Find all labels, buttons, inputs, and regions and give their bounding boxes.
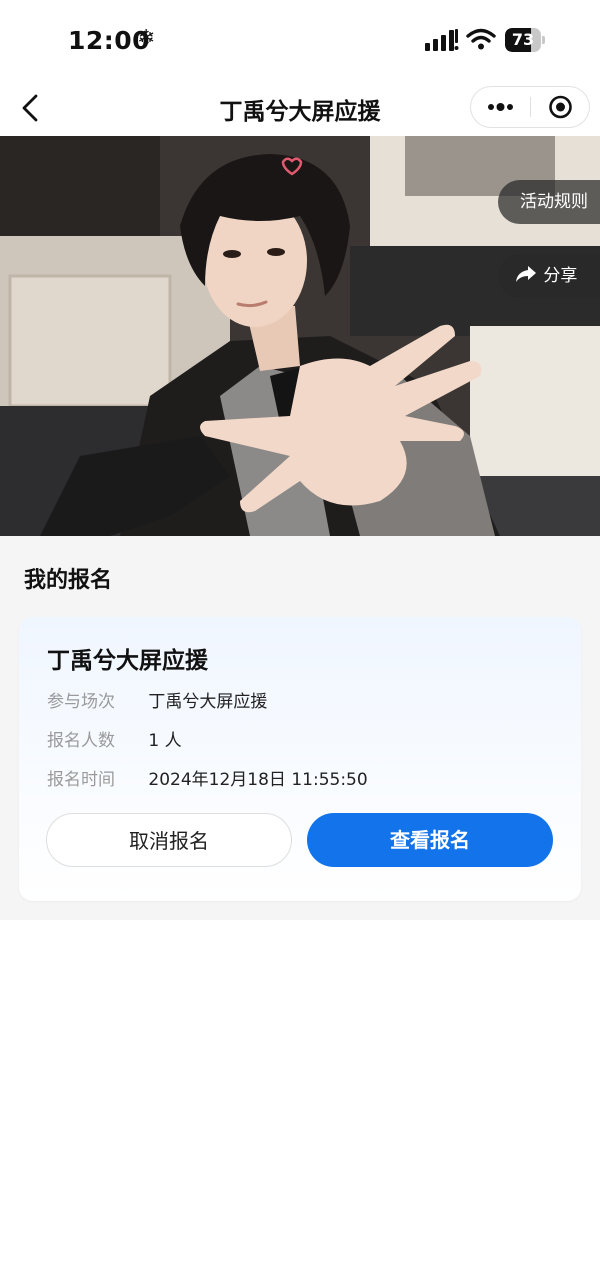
info-label: 参与场次 <box>47 692 115 712</box>
target-circle-icon <box>549 95 572 119</box>
mini-program-capsule <box>470 86 590 128</box>
info-row-count: 报名人数 1 人 <box>47 728 182 754</box>
chevron-left-icon <box>22 94 38 122</box>
page-title: 丁禹兮大屏应援 <box>219 99 381 125</box>
card-title: 丁禹兮大屏应援 <box>47 648 208 674</box>
info-value: 1 人 <box>148 731 182 751</box>
registration-card: 丁禹兮大屏应援 参与场次 丁禹兮大屏应援 报名人数 1 人 报名时间 2024年… <box>19 617 581 901</box>
nav-bar: 丁禹兮大屏应援 <box>0 80 600 136</box>
info-label: 报名人数 <box>47 731 115 751</box>
info-row-session: 参与场次 丁禹兮大屏应援 <box>47 689 267 715</box>
info-label: 报名时间 <box>47 770 115 790</box>
battery-indicator: 73 <box>505 28 545 52</box>
view-registration-button[interactable]: 查看报名 <box>307 813 553 867</box>
info-value: 2024年12月18日 11:55:50 <box>148 770 368 790</box>
battery-level-text: 73 <box>511 30 535 49</box>
more-button[interactable] <box>471 87 530 127</box>
share-arrow-icon <box>516 266 536 282</box>
info-row-time: 报名时间 2024年12月18日 11:55:50 <box>47 767 368 793</box>
close-mini-program-button[interactable] <box>531 87 590 127</box>
info-value: 丁禹兮大屏应援 <box>148 692 268 712</box>
section-title: 我的报名 <box>24 568 113 593</box>
activity-rules-button[interactable]: 活动规则 <box>498 180 600 224</box>
back-button[interactable] <box>14 88 50 128</box>
snowflake-icon: ❄ <box>137 26 156 51</box>
activity-rules-label: 活动规则 <box>520 192 588 212</box>
share-label: 分享 <box>543 266 578 286</box>
banner-image: 活动规则 分享 <box>0 136 600 536</box>
wifi-icon <box>466 28 496 50</box>
share-button[interactable]: 分享 <box>498 254 600 298</box>
status-bar: 12:00 ❄ 73 <box>0 0 600 80</box>
registration-section: 我的报名 丁禹兮大屏应援 参与场次 丁禹兮大屏应援 报名人数 1 人 报名时间 … <box>0 536 600 920</box>
signal-icon <box>425 29 459 51</box>
cancel-registration-button[interactable]: 取消报名 <box>46 813 292 867</box>
more-dots-icon <box>488 103 513 111</box>
